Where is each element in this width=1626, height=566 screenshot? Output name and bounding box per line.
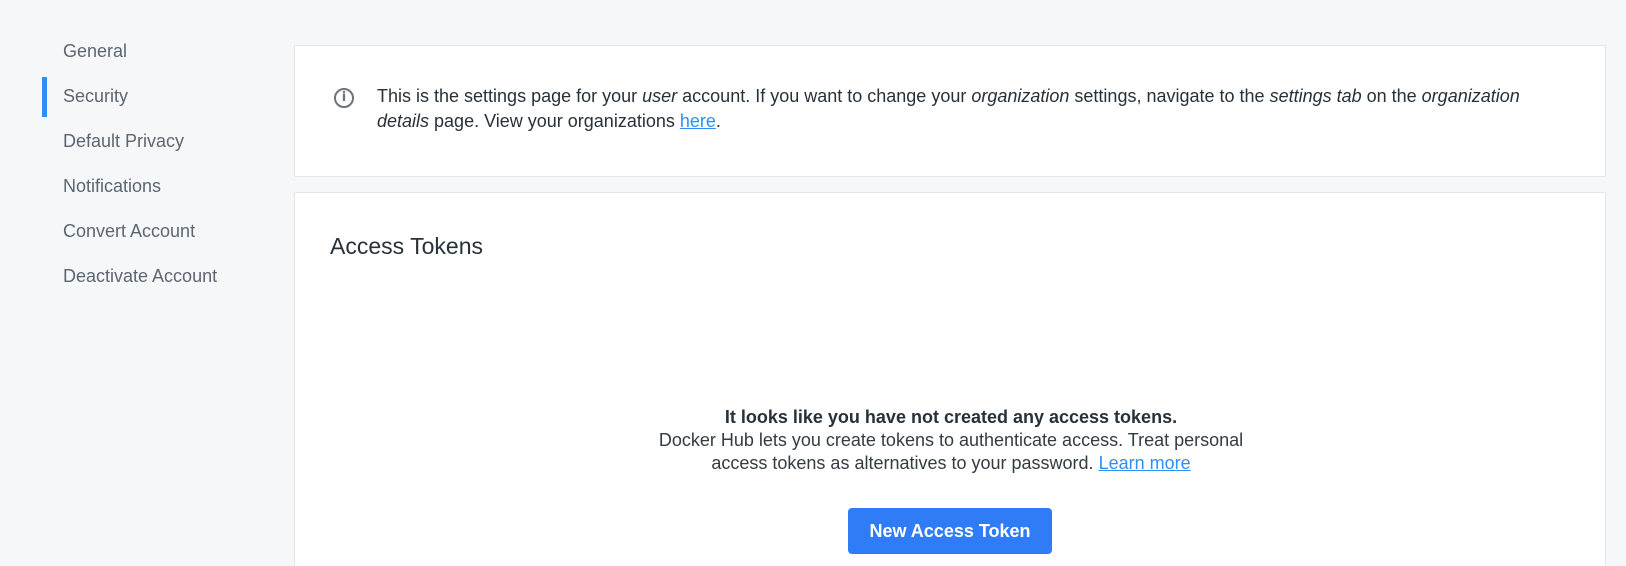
organizations-here-link[interactable]: here <box>680 111 716 131</box>
sidebar-item-default-privacy[interactable]: Default Privacy <box>42 119 262 164</box>
empty-state-description-line-2: access tokens as alternatives to your pa… <box>711 453 1191 473</box>
sidebar-item-label: Default Privacy <box>63 131 185 151</box>
new-access-token-button[interactable]: New Access Token <box>848 508 1052 554</box>
learn-more-link[interactable]: Learn more <box>1099 453 1191 473</box>
settings-sidebar: General Security Default Privacy Notific… <box>42 29 262 299</box>
sidebar-item-label: Notifications <box>63 176 162 196</box>
access-tokens-card: Access Tokens It looks like you have not… <box>294 192 1606 566</box>
sidebar-item-label: Convert Account <box>63 221 196 241</box>
sidebar-item-label: General <box>63 41 128 61</box>
sidebar-item-security[interactable]: Security <box>42 74 262 119</box>
settings-info-text: This is the settings page for your user … <box>377 86 1520 131</box>
security-settings-page: General Security Default Privacy Notific… <box>0 0 1626 566</box>
sidebar-item-label: Security <box>63 86 129 106</box>
empty-state-description-line-1: Docker Hub lets you create tokens to aut… <box>658 430 1244 450</box>
sidebar-item-notifications[interactable]: Notifications <box>42 164 262 209</box>
sidebar-item-deactivate-account[interactable]: Deactivate Account <box>42 254 262 299</box>
info-circle-icon: i <box>334 88 354 108</box>
sidebar-item-general[interactable]: General <box>42 29 262 74</box>
empty-state-title: It looks like you have not created any a… <box>724 407 1178 427</box>
access-tokens-empty-state: It looks like you have not created any a… <box>295 406 1607 475</box>
sidebar-item-convert-account[interactable]: Convert Account <box>42 209 262 254</box>
sidebar-item-label: Deactivate Account <box>63 266 218 286</box>
settings-info-card: i This is the settings page for your use… <box>294 45 1606 177</box>
access-tokens-title: Access Tokens <box>330 233 483 259</box>
